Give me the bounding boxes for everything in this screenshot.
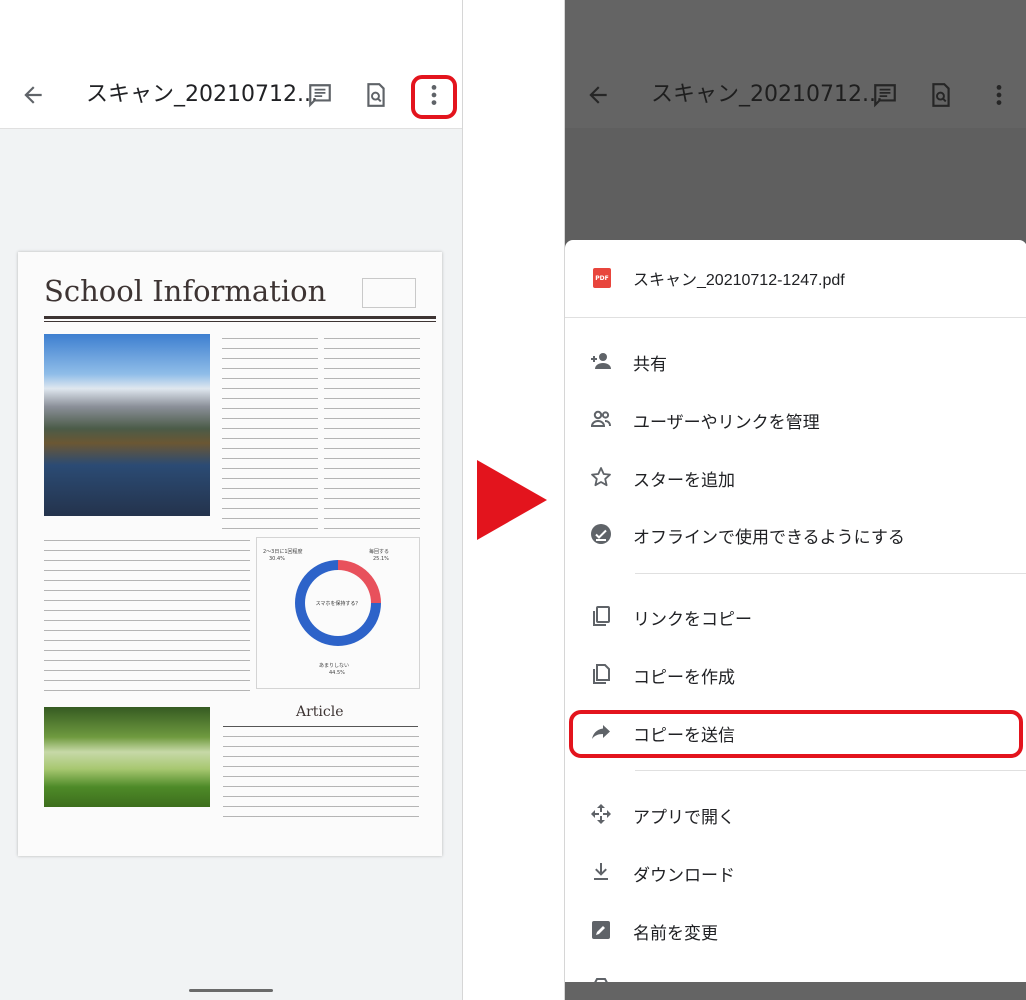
menu-item-download[interactable]: ダウンロード (565, 852, 1026, 892)
menu-item-manage-access[interactable]: ユーザーやリンクを管理 (565, 399, 1026, 439)
bottom-scrim-strip (565, 982, 1026, 1000)
back-arrow-icon (583, 80, 613, 110)
star-outline-icon (589, 465, 613, 489)
menu-item-label: スターを追加 (633, 471, 735, 491)
divider (635, 573, 1026, 574)
rename-icon (589, 918, 613, 942)
copy-file-icon (589, 662, 613, 686)
comment-icon (870, 80, 900, 110)
menu-item-copy-link[interactable]: リンクをコピー (565, 596, 1026, 636)
bottom-sheet-menu: PDF スキャン_20210712-1247.pdf 共有 ユーザーやリンクを管… (565, 240, 1026, 1000)
chart-label: あまりしない (319, 663, 350, 669)
document-stamp (362, 278, 416, 308)
divider (635, 770, 1026, 771)
menu-item-label: ダウンロード (633, 866, 735, 886)
document-title: スキャン_20210712... (651, 82, 883, 107)
divider (565, 317, 1026, 318)
send-copy-highlight (569, 710, 1023, 758)
people-icon (589, 407, 613, 431)
comment-icon[interactable] (305, 80, 335, 110)
top-app-bar-dimmed: スキャン_20210712... (565, 0, 1026, 128)
download-icon (589, 860, 613, 884)
more-vert-icon (984, 80, 1014, 110)
chart-label: 2～3日に1回程度 (263, 549, 303, 555)
menu-item-label: ユーザーやリンクを管理 (633, 413, 820, 433)
menu-item-label: アプリで開く (633, 808, 735, 828)
menu-item-open-with[interactable]: アプリで開く (565, 794, 1026, 834)
survey-donut-chart: 2～3日に1回程度 30.4% 毎回する 25.1% スマホを保持する？ あまり… (256, 537, 420, 689)
file-name: スキャン_20210712-1247.pdf (633, 272, 845, 289)
chart-label: 毎回する (369, 549, 390, 555)
menu-item-label: オフラインで使用できるようにする (633, 528, 905, 548)
heading-rule-thin (44, 321, 436, 322)
pdf-file-icon: PDF (593, 268, 611, 288)
menu-item-label: コピーを作成 (633, 668, 735, 688)
offline-pin-icon (589, 522, 613, 546)
sheet-file-header: PDF スキャン_20210712-1247.pdf (593, 268, 845, 289)
forest-photo (44, 707, 210, 807)
left-phone-screen: スキャン_20210712... School Information 2～3日… (0, 0, 463, 1000)
donut-ring: スマホを保持する？ (295, 560, 381, 646)
donut-center-label: スマホを保持する？ (305, 570, 371, 636)
menu-item-label: 共有 (633, 355, 667, 375)
chart-label: 44.5% (329, 670, 345, 676)
heading-rule (44, 316, 436, 319)
text-column (222, 338, 318, 530)
copy-link-icon (589, 604, 613, 628)
more-menu-highlight (411, 75, 457, 119)
transition-arrow-icon (477, 460, 547, 540)
article-rule (223, 726, 418, 727)
back-arrow-icon[interactable] (18, 80, 48, 110)
mountain-photo (44, 334, 210, 516)
find-in-page-icon (926, 80, 956, 110)
scanned-document-preview[interactable]: School Information 2～3日に1回程度 30.4% 毎回する … (18, 252, 442, 856)
body-text-block (44, 540, 250, 696)
document-title: スキャン_20210712... (86, 82, 318, 107)
menu-item-make-copy[interactable]: コピーを作成 (565, 654, 1026, 694)
menu-item-make-offline[interactable]: オフラインで使用できるようにする (565, 514, 1026, 554)
find-in-page-icon[interactable] (361, 80, 391, 110)
article-text (223, 736, 419, 818)
chart-label: 30.4% (269, 556, 285, 562)
person-add-icon (589, 349, 613, 373)
chart-label: 25.1% (373, 556, 389, 562)
menu-item-label: 名前を変更 (633, 924, 718, 944)
article-heading: Article (296, 704, 344, 720)
right-phone-screen: スキャン_20210712... PDF スキャン_20210712-1247.… (564, 0, 1026, 1000)
menu-item-rename[interactable]: 名前を変更 (565, 910, 1026, 950)
menu-item-label: リンクをコピー (633, 610, 752, 630)
top-app-bar: スキャン_20210712... (0, 0, 462, 129)
menu-item-add-star[interactable]: スターを追加 (565, 457, 1026, 497)
text-column (324, 338, 420, 530)
open-with-icon (589, 802, 613, 826)
menu-item-share[interactable]: 共有 (565, 341, 1026, 381)
document-heading: School Information (44, 274, 327, 308)
home-indicator (189, 989, 273, 992)
